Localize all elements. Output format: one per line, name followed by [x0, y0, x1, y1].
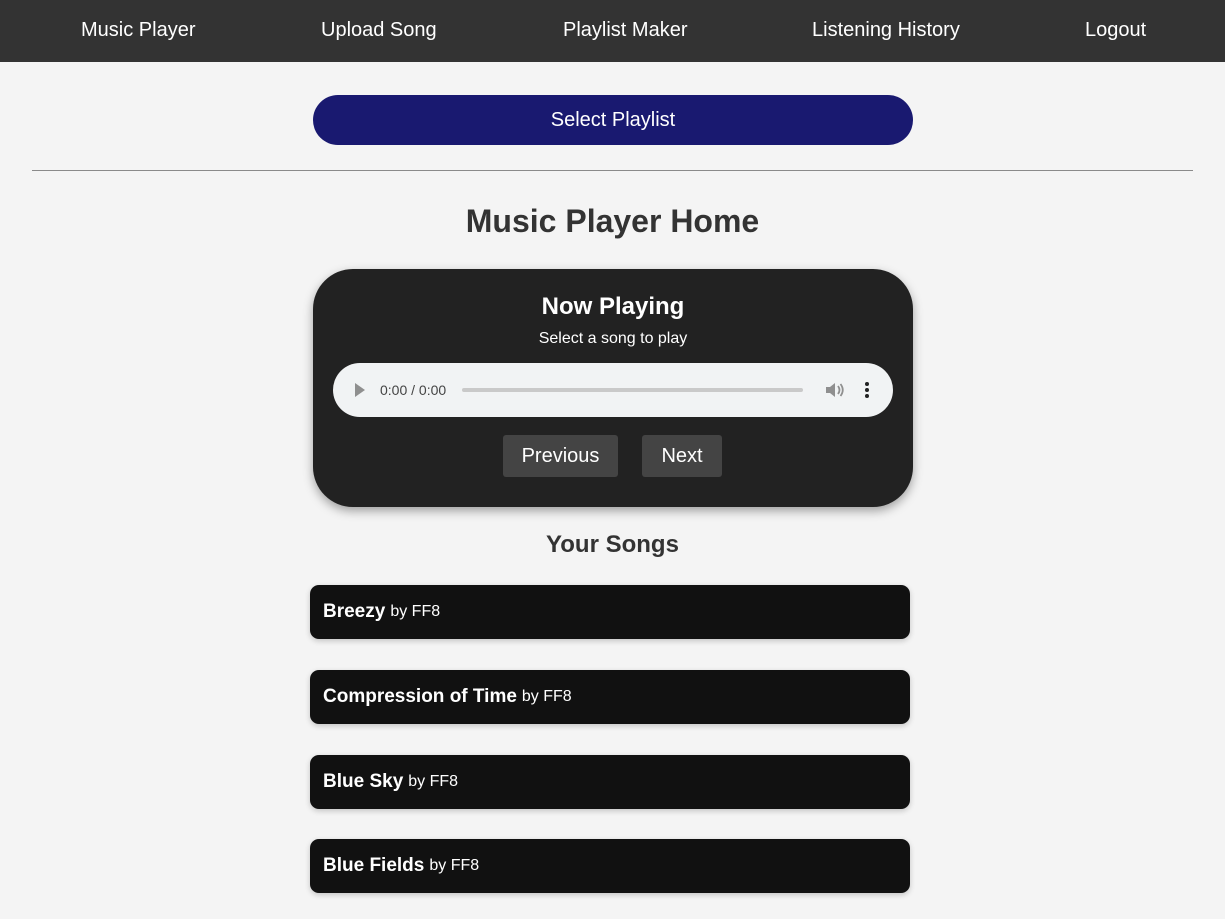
audio-player: 0:00 / 0:00 [333, 363, 893, 417]
seek-bar[interactable] [462, 388, 803, 392]
song-artist: by FF8 [408, 773, 459, 790]
song-title: Blue Fields [323, 855, 425, 876]
song-artist: by FF8 [390, 603, 441, 620]
song-item[interactable]: Blue Fields by FF8 [310, 839, 910, 893]
song-item[interactable]: Breezy by FF8 [310, 585, 910, 639]
play-icon[interactable] [355, 383, 365, 397]
now-playing-card: Now Playing Select a song to play 0:00 /… [313, 269, 913, 507]
nav-link-logout[interactable]: Logout [1085, 19, 1146, 42]
select-playlist-button[interactable]: Select Playlist [313, 95, 913, 145]
next-button[interactable]: Next [642, 435, 722, 477]
volume-icon[interactable] [825, 381, 845, 399]
time-readout: 0:00 / 0:00 [380, 382, 447, 398]
song-item[interactable]: Compression of Time by FF8 [310, 670, 910, 724]
nav-link-playlist-maker[interactable]: Playlist Maker [563, 19, 687, 42]
now-playing-title: Now Playing [541, 293, 685, 320]
top-navbar: Music Player Upload Song Playlist Maker … [0, 0, 1225, 62]
nav-link-music-player[interactable]: Music Player [81, 19, 195, 42]
section-divider [32, 170, 1193, 171]
nav-link-upload-song[interactable]: Upload Song [321, 19, 437, 42]
page-title: Music Player Home [465, 203, 760, 239]
nav-link-listening-history[interactable]: Listening History [812, 19, 960, 42]
now-playing-subtitle: Select a song to play [538, 330, 688, 347]
more-options-icon[interactable] [861, 381, 873, 399]
song-title: Compression of Time [323, 686, 517, 707]
song-title: Blue Sky [323, 771, 404, 792]
song-artist: by FF8 [521, 688, 572, 705]
song-artist: by FF8 [429, 857, 480, 874]
song-item[interactable]: Blue Sky by FF8 [310, 755, 910, 809]
your-songs-heading: Your Songs [546, 531, 679, 558]
song-title: Breezy [323, 601, 386, 622]
previous-button[interactable]: Previous [503, 435, 618, 477]
